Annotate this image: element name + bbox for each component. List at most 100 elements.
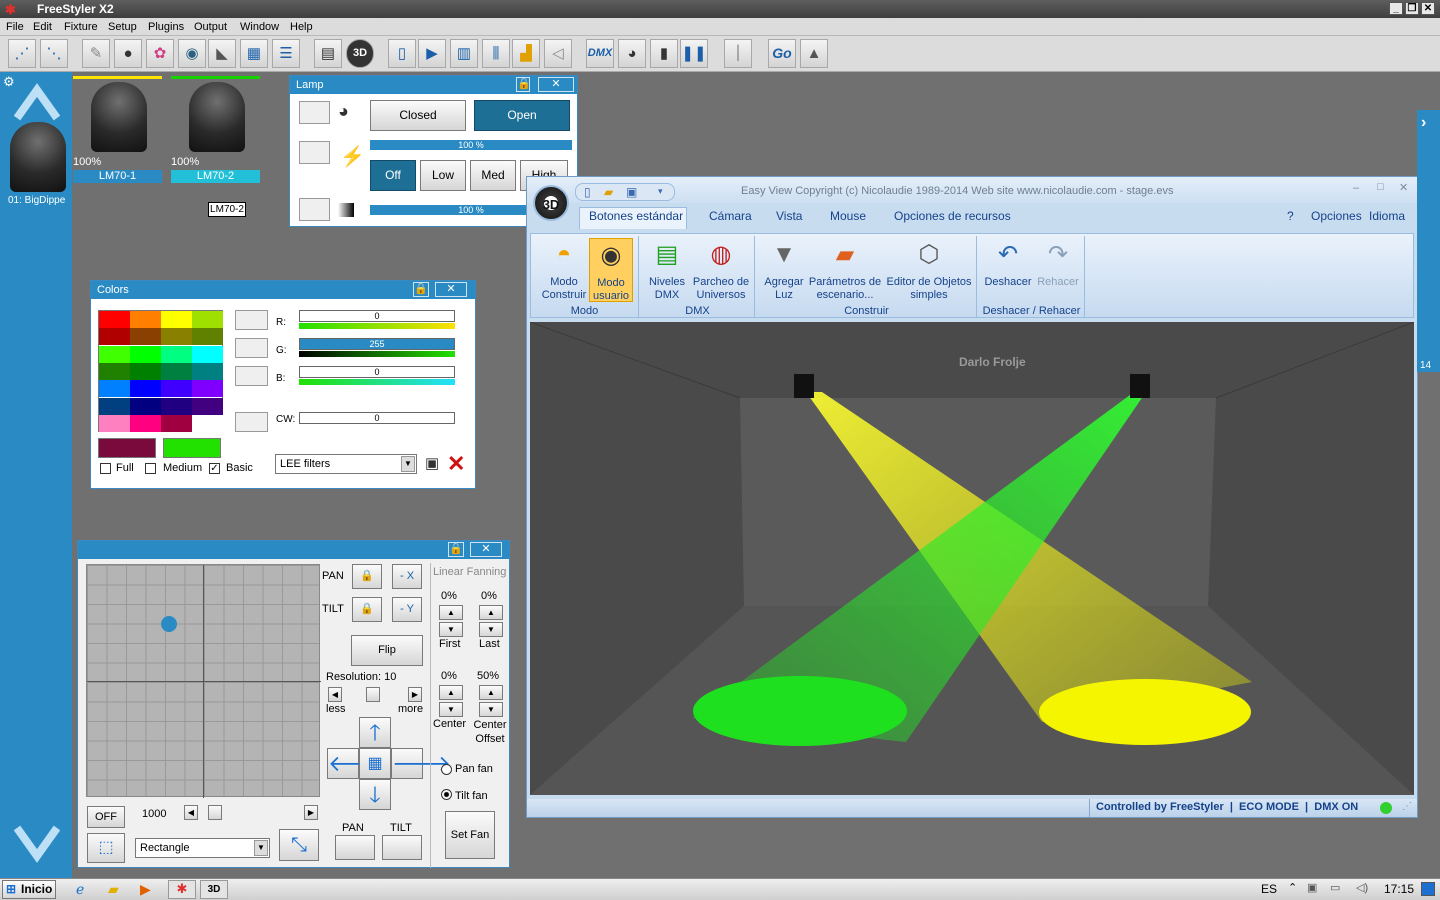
speed-left-button[interactable]: ◀ [184,805,198,820]
shape-icon[interactable]: ◣ [208,39,236,68]
offset-up-button[interactable]: ▲ [479,685,503,700]
resolution-more-button[interactable]: ▶ [408,687,422,702]
media-icon[interactable]: ▶ [140,881,151,898]
resize-icon[interactable]: ⤡ [279,829,319,861]
close-button[interactable]: ✕ [1421,2,1435,15]
rehacer-button[interactable]: ↷ Rehacer [1033,238,1083,289]
palette-color-cell[interactable] [192,328,223,346]
restore-button[interactable]: ❐ [1405,2,1419,15]
palette-color-cell[interactable] [99,397,130,415]
list-icon[interactable]: ☰ [272,39,300,68]
palette-color-cell[interactable] [130,362,161,380]
palette-color-cell[interactable] [161,345,192,363]
red-slider[interactable]: 0 [299,310,455,322]
tab-opciones-recursos[interactable]: Opciones de recursos [894,209,1011,223]
palette-color-cell[interactable] [161,328,192,346]
palette-color-cell[interactable] [161,380,192,398]
start-button[interactable]: ⊞ Inicio [2,880,56,899]
grid-icon[interactable]: ▦ [240,39,268,68]
fixture-2[interactable]: 100% LM70-2 [171,76,260,184]
agregar-luz-button[interactable]: ▼ Agregar Luz [761,238,807,302]
new-file-icon[interactable]: ▯ [584,185,591,199]
fixture-image[interactable] [10,122,66,192]
modo-construir-button[interactable]: ◓ Modo Construir [535,238,593,302]
close-icon[interactable]: ✕ [435,282,467,297]
palette-color-cell[interactable] [99,414,130,432]
delete-icon[interactable]: ✕ [447,451,465,477]
3d-icon[interactable]: 3D [346,39,374,68]
deshacer-button[interactable]: ↶ Deshacer [983,238,1033,289]
closed-button[interactable]: Closed [370,100,466,131]
palette-color-cell[interactable] [130,414,161,432]
palette-color-cell[interactable] [130,311,161,328]
dmx-icon[interactable]: DMX [586,39,614,68]
selected-color-swatch[interactable] [98,438,156,458]
save-icon[interactable]: ▣ [626,185,637,199]
palette-color-cell[interactable] [192,311,223,328]
parcheo-universos-button[interactable]: ◍ Parcheo de Universos [689,238,753,302]
palette-color-cell[interactable] [99,311,130,328]
menu-fixture[interactable]: Fixture [64,21,98,33]
play-icon[interactable]: ▶ [418,39,446,68]
scroll-up-icon[interactable] [14,82,60,122]
save-icon[interactable]: ▣ [425,454,443,474]
red-swatch[interactable] [235,310,268,330]
language-menu[interactable]: Idioma [1369,209,1405,223]
new-file-icon[interactable]: ▯ [388,39,416,68]
menu-file[interactable]: File [6,21,24,33]
tray-display-icon[interactable]: ▭ [1330,881,1340,894]
palette-color-cell[interactable] [130,345,161,363]
lock-icon[interactable]: 🔒 [516,77,531,92]
fixture-1[interactable]: 100% LM70-1 [73,76,162,184]
green-slider[interactable]: 255 [299,338,455,350]
invert-x-button[interactable]: - X [392,564,422,589]
show-desktop-button[interactable] [1421,882,1435,896]
med-button[interactable]: Med [470,160,516,191]
offset-down-button[interactable]: ▼ [479,702,503,717]
resize-grip-icon[interactable]: ⋰ [1402,801,1412,812]
lamp-icon[interactable]: ◕ [618,39,646,68]
pan-fan-radio[interactable] [441,764,452,775]
pen-icon[interactable]: ✎ [82,39,110,68]
filter-select[interactable]: LEE filters ▼ [275,454,417,474]
palette-color-cell[interactable] [192,414,223,432]
open-button[interactable]: Open [474,100,570,131]
niveles-dmx-button[interactable]: ▤ Niveles DMX [645,238,689,302]
tray-volume-icon[interactable]: ◁) [1356,881,1368,894]
palette-color-cell[interactable] [99,345,130,363]
last-up-button[interactable]: ▲ [479,605,503,620]
language-indicator[interactable]: ES [1261,882,1277,896]
palette-color-cell[interactable] [161,362,192,380]
tab-camara[interactable]: Cámara [709,209,752,223]
cw-slider[interactable]: 0 [299,412,455,424]
customize-icon[interactable]: ▾ [658,186,663,197]
off-button[interactable]: Off [370,160,416,191]
minimize-button[interactable]: _ [1389,2,1403,15]
center-down-button[interactable]: ▼ [439,702,463,717]
app-orb-icon[interactable]: 3D [533,185,569,221]
center-button[interactable]: ▦ [359,748,391,779]
chevron-right-icon[interactable]: › [1421,114,1426,132]
pan-value-button[interactable] [335,835,375,860]
palette-color-cell[interactable] [161,311,192,328]
fixture-select-icon[interactable]: ⋰ [8,39,36,68]
master-icon[interactable]: ⏐ [724,39,752,68]
speed-thumb[interactable] [208,805,222,820]
move-right-button[interactable]: 🡒 [391,748,451,779]
levels-icon[interactable]: ▟ [512,39,540,68]
tilt-lock-button[interactable]: 🔒 [352,597,382,622]
menu-edit[interactable]: Edit [33,21,52,33]
stage-3d-view[interactable] [530,322,1414,795]
last-down-button[interactable]: ▼ [479,622,503,637]
warning-icon[interactable]: ▲ [800,39,828,68]
menu-help[interactable]: Help [290,21,313,33]
resolution-less-button[interactable]: ◀ [328,687,342,702]
close-icon[interactable]: ✕ [470,542,502,557]
tilt-value-button[interactable] [382,835,422,860]
pan-lock-button[interactable]: 🔒 [352,564,382,589]
minimize-icon[interactable]: – [1353,182,1359,194]
editor-objetos-button[interactable]: ⬡ Editor de Objetos simples [883,238,975,302]
open-folder-icon[interactable]: ▰ [604,185,613,199]
fog-icon[interactable]: ▮ [650,39,678,68]
tab-mouse[interactable]: Mouse [830,209,866,223]
